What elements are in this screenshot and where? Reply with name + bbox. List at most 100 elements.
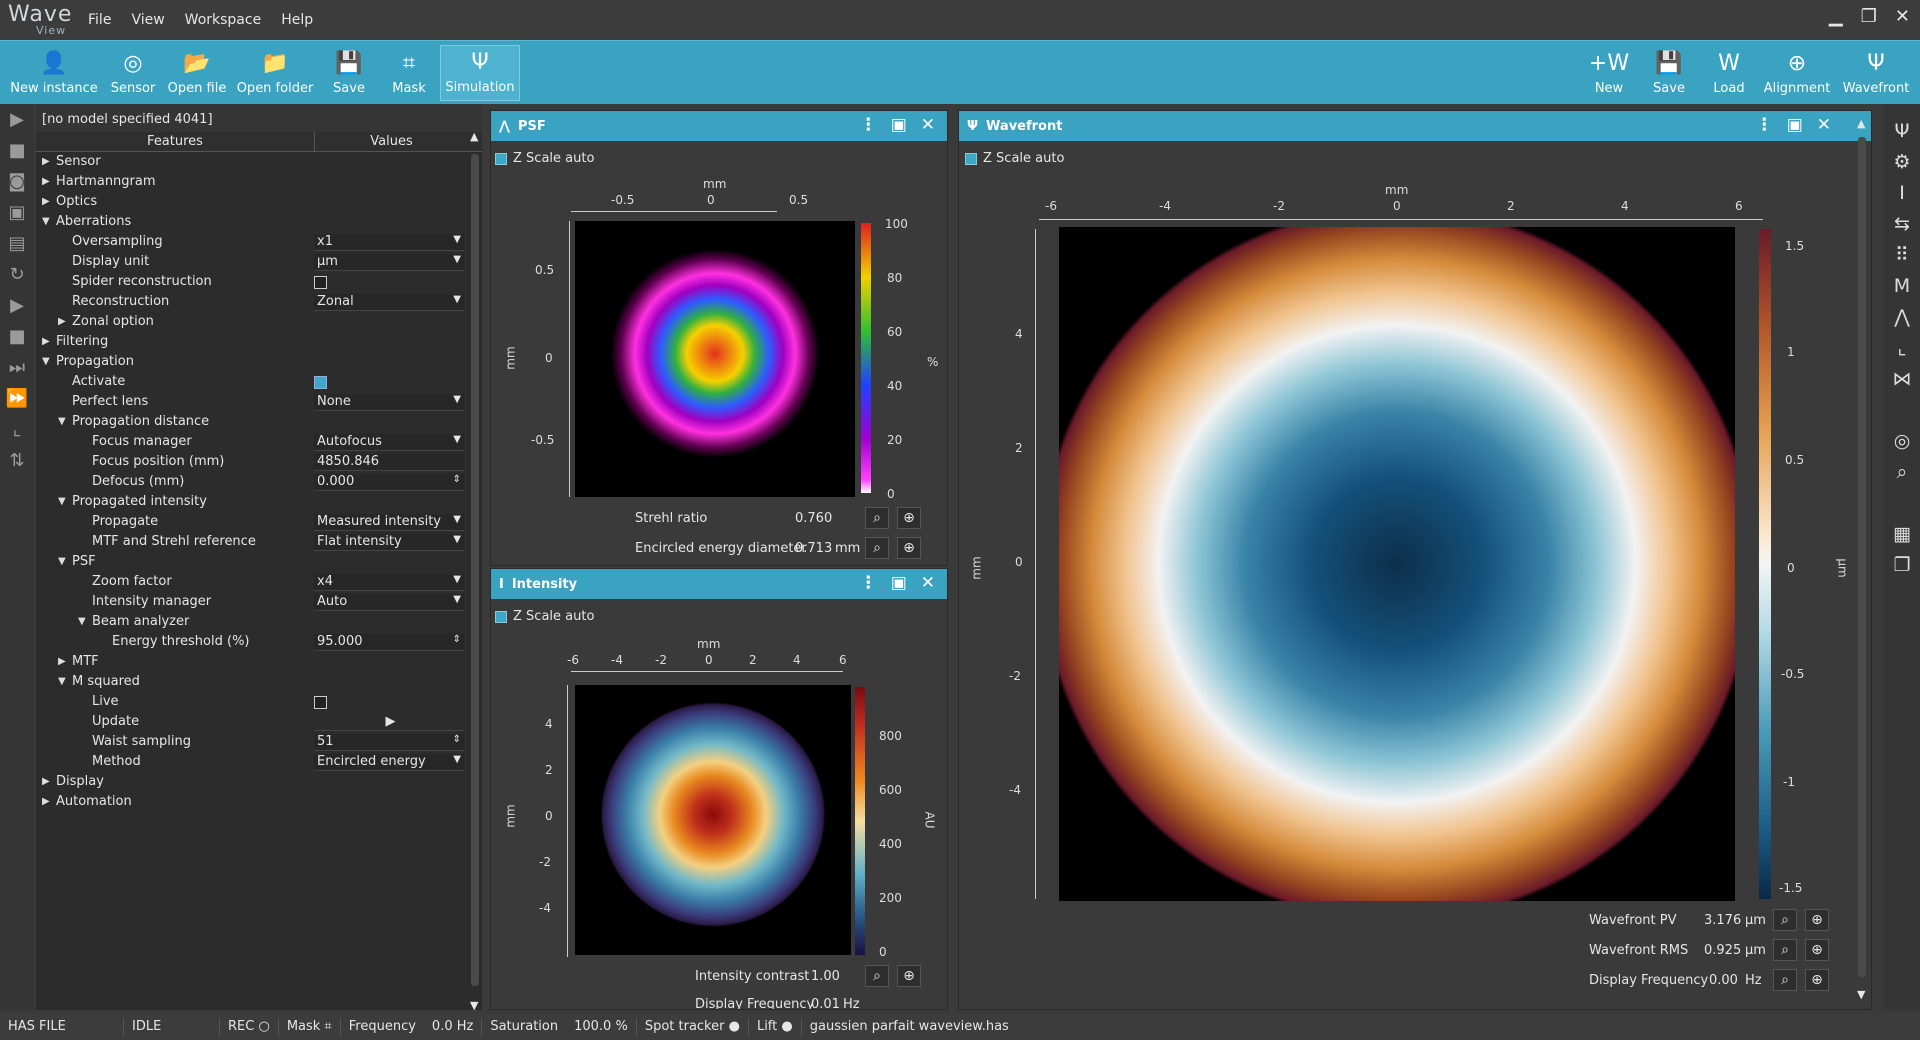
property-row[interactable]: ▶ Hartmanngram bbox=[36, 172, 482, 192]
scroll-down-icon[interactable]: ▼ bbox=[1857, 988, 1865, 1001]
menu-file[interactable]: File bbox=[78, 12, 121, 28]
new-instance-button[interactable]: 👤 New instance bbox=[6, 45, 102, 101]
scroll-thumb[interactable] bbox=[471, 154, 479, 986]
dropdown-arrow-icon[interactable]: ▼ bbox=[453, 514, 461, 525]
collapse-icon[interactable]: ▼ bbox=[58, 676, 66, 687]
step-icon[interactable]: ⏭ bbox=[9, 352, 25, 383]
zoom-icon[interactable]: ⌕ bbox=[1773, 909, 1797, 931]
panel-menu-icon[interactable]: ⋮ bbox=[860, 115, 877, 135]
expand-icon[interactable]: ▶ bbox=[42, 796, 50, 807]
dropdown-arrow-icon[interactable]: ▼ bbox=[453, 594, 461, 605]
property-row[interactable]: ▼ Aberrations bbox=[36, 212, 482, 232]
dropdown-arrow-icon[interactable]: ▼ bbox=[453, 234, 461, 245]
close-panel-icon[interactable]: ✕ bbox=[921, 573, 935, 593]
expand-icon[interactable]: ▶ bbox=[42, 196, 50, 207]
new-wavefront-button[interactable]: +W New bbox=[1582, 45, 1636, 101]
property-row[interactable]: Reconstruction Zonal ▼ bbox=[36, 292, 482, 312]
zoom-reset-icon[interactable]: ⊕ bbox=[897, 965, 921, 987]
zoom-reset-icon[interactable]: ⊕ bbox=[1805, 909, 1829, 931]
split-icon[interactable]: ⇆ bbox=[1894, 209, 1910, 240]
fast-forward-icon[interactable]: ⏩ bbox=[6, 383, 28, 414]
property-row[interactable]: ▼ Propagation bbox=[36, 352, 482, 372]
dropdown-arrow-icon[interactable]: ▼ bbox=[453, 394, 461, 405]
property-row[interactable]: Method Encircled energy ▼ bbox=[36, 752, 482, 772]
collapse-icon[interactable]: ▼ bbox=[42, 356, 50, 367]
zscale-checkbox[interactable] bbox=[965, 152, 977, 165]
close-icon[interactable]: ✕ bbox=[1895, 6, 1910, 27]
zoom-icon[interactable]: ⌕ bbox=[1773, 939, 1797, 961]
settings-icon[interactable]: ⚙ bbox=[1893, 147, 1910, 178]
property-value[interactable]: x1 ▼ bbox=[314, 234, 464, 251]
expand-icon[interactable]: ▶ bbox=[42, 156, 50, 167]
dropdown-arrow-icon[interactable]: ▼ bbox=[453, 534, 461, 545]
property-row[interactable]: Activate bbox=[36, 372, 482, 392]
property-row[interactable]: ▼ M squared bbox=[36, 672, 482, 692]
zoom-icon[interactable]: ⌕ bbox=[1773, 969, 1797, 991]
property-row[interactable]: Waist sampling 51 ⇕ bbox=[36, 732, 482, 752]
target-icon[interactable]: ◎ bbox=[1894, 426, 1911, 457]
intensity-zscale-toggle[interactable]: Z Scale auto bbox=[495, 609, 594, 624]
property-row[interactable]: Live bbox=[36, 692, 482, 712]
zoom-icon[interactable]: ⌕ bbox=[865, 537, 889, 559]
stop-icon[interactable]: ■ bbox=[8, 135, 25, 166]
scroll-down-icon[interactable]: ▼ bbox=[470, 999, 478, 1012]
dropdown-arrow-icon[interactable]: ▼ bbox=[453, 254, 461, 265]
minimize-icon[interactable]: ▁ bbox=[1829, 6, 1843, 27]
mask-button[interactable]: ⌗ Mask bbox=[382, 45, 436, 101]
property-value[interactable]: 95.000 ⇕ bbox=[314, 634, 464, 651]
dropdown-arrow-icon[interactable]: ▼ bbox=[453, 294, 461, 305]
menu-workspace[interactable]: Workspace bbox=[175, 12, 272, 28]
property-row[interactable]: MTF and Strehl reference Flat intensity ▼ bbox=[36, 532, 482, 552]
maximize-icon[interactable]: ▣ bbox=[891, 573, 907, 593]
maximize-icon[interactable]: ▣ bbox=[1787, 115, 1803, 135]
property-row[interactable]: Perfect lens None ▼ bbox=[36, 392, 482, 412]
dropdown-arrow-icon[interactable]: ▼ bbox=[453, 754, 461, 765]
scroll-up-icon[interactable]: ▲ bbox=[470, 130, 478, 143]
wavefront-button[interactable]: Ψ Wavefront bbox=[1838, 45, 1914, 101]
stop-sequence-icon[interactable]: ■ bbox=[8, 321, 25, 352]
property-value[interactable]: 4850.846 bbox=[314, 454, 464, 471]
property-row[interactable]: Focus position (mm) 4850.846 bbox=[36, 452, 482, 472]
load-wavefront-button[interactable]: W Load bbox=[1702, 45, 1756, 101]
dropdown-arrow-icon[interactable]: ▼ bbox=[453, 434, 461, 445]
property-value[interactable]: Zonal ▼ bbox=[314, 294, 464, 311]
property-row[interactable]: Spider reconstruction bbox=[36, 272, 482, 292]
psf-tool-icon[interactable]: ⋀ bbox=[1894, 302, 1910, 333]
property-checkbox[interactable] bbox=[314, 276, 327, 289]
property-checkbox[interactable] bbox=[314, 376, 327, 389]
property-value[interactable]: Encircled energy ▼ bbox=[314, 754, 464, 771]
maximize-icon[interactable]: ▣ bbox=[891, 115, 907, 135]
alignment-button[interactable]: ⊕ Alignment bbox=[1762, 45, 1832, 101]
save-button[interactable]: 💾 Save bbox=[322, 45, 376, 101]
scroll-up-icon[interactable]: ▲ bbox=[1857, 117, 1865, 130]
psf-zscale-toggle[interactable]: Z Scale auto bbox=[495, 151, 594, 166]
property-row[interactable]: Display unit µm ▼ bbox=[36, 252, 482, 272]
play-sequence-icon[interactable]: ▶ bbox=[10, 290, 24, 321]
property-row[interactable]: Intensity manager Auto ▼ bbox=[36, 592, 482, 612]
wavefront-zscale-toggle[interactable]: Z Scale auto bbox=[965, 151, 1064, 166]
mtf-icon[interactable]: ⌞ bbox=[1898, 333, 1907, 364]
close-panel-icon[interactable]: ✕ bbox=[1817, 115, 1831, 135]
property-row[interactable]: ▶ Optics bbox=[36, 192, 482, 212]
magnify-icon[interactable]: ⌕ bbox=[1897, 457, 1908, 488]
property-row[interactable]: Defocus (mm) 0.000 ⇕ bbox=[36, 472, 482, 492]
wavefront-scrollbar[interactable]: ▲ ▼ bbox=[1857, 117, 1867, 1001]
spinner-icon[interactable]: ⇕ bbox=[453, 734, 461, 745]
psf-image[interactable] bbox=[575, 221, 855, 497]
close-panel-icon[interactable]: ✕ bbox=[921, 115, 935, 135]
spinner-icon[interactable]: ⇕ bbox=[453, 634, 461, 645]
expand-icon[interactable]: ▶ bbox=[58, 316, 66, 327]
property-value[interactable]: None ▼ bbox=[314, 394, 464, 411]
menu-help[interactable]: Help bbox=[271, 12, 323, 28]
beam-icon[interactable]: ⋈ bbox=[1893, 364, 1912, 395]
expand-icon[interactable]: ▶ bbox=[42, 176, 50, 187]
property-row[interactable]: Propagate Measured intensity ▼ bbox=[36, 512, 482, 532]
gallery-icon[interactable]: ▣ bbox=[8, 197, 25, 228]
grid-icon[interactable]: ⠿ bbox=[1895, 240, 1909, 271]
intensity-tool-icon[interactable]: I bbox=[1899, 178, 1905, 209]
property-row[interactable]: Energy threshold (%) 95.000 ⇕ bbox=[36, 632, 482, 652]
expand-icon[interactable]: ▶ bbox=[42, 776, 50, 787]
dropdown-arrow-icon[interactable]: ▼ bbox=[453, 574, 461, 585]
property-value[interactable]: Flat intensity ▼ bbox=[314, 534, 464, 551]
property-row[interactable]: ▶ Sensor bbox=[36, 152, 482, 172]
